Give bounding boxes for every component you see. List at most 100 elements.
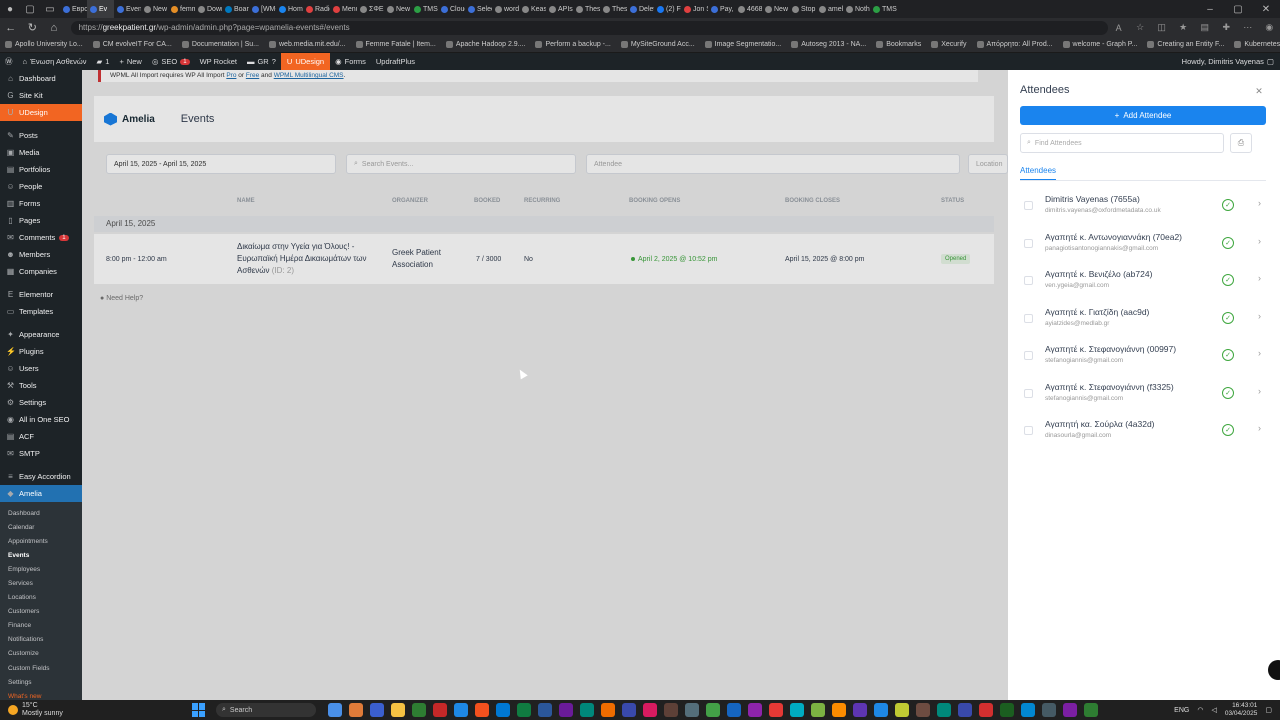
bookmark-item[interactable]: MySiteGround Acc...: [616, 41, 700, 48]
updates-link[interactable]: ▰ 1: [92, 57, 115, 66]
wp-rocket-link[interactable]: WP Rocket: [195, 57, 242, 66]
minimize-icon[interactable]: –: [1196, 4, 1224, 15]
taskbar-app-icon[interactable]: [1042, 703, 1056, 717]
extensions-icon[interactable]: ✚: [1215, 22, 1237, 33]
taskbar-app-icon[interactable]: [685, 703, 699, 717]
taskbar-app-icon[interactable]: [622, 703, 636, 717]
taskbar-app-icon[interactable]: [895, 703, 909, 717]
collections-icon[interactable]: ▤: [1194, 22, 1216, 33]
taskbar-app-icon[interactable]: [748, 703, 762, 717]
chevron-right-icon[interactable]: ›: [1258, 273, 1261, 283]
new-content-link[interactable]: + New: [114, 57, 146, 66]
bookmark-item[interactable]: Απόρρητο: All Prod...: [972, 41, 1058, 48]
back-icon[interactable]: ←: [0, 22, 22, 34]
udesign-link[interactable]: U UDesign: [280, 53, 331, 70]
add-attendee-button[interactable]: + Add Attendee: [1020, 106, 1266, 125]
browser-tab[interactable]: [WM-1: [249, 0, 276, 18]
submenu-item-notifications[interactable]: Notifications: [0, 633, 82, 647]
taskbar-app-icon[interactable]: [328, 703, 342, 717]
sidebar-item-posts[interactable]: ✎ Posts: [0, 127, 82, 144]
attendee-checkbox[interactable]: [1024, 238, 1033, 248]
sidebar-item-tools[interactable]: ⚒ Tools: [0, 377, 82, 394]
taskbar-app-icon[interactable]: [475, 703, 489, 717]
browser-tab[interactable]: Menu: [330, 0, 357, 18]
taskbar-app-icon[interactable]: [601, 703, 615, 717]
taskbar-app-icon[interactable]: [769, 703, 783, 717]
home-icon[interactable]: ⌂: [43, 22, 65, 34]
browser-tab[interactable]: Cloudc: [438, 0, 465, 18]
attendee-row[interactable]: Αγαπητή κα. Σούρλα (4a32d) dinasourla@gma…: [1020, 413, 1270, 451]
sidebar-item-portfolios[interactable]: ▤ Portfolios: [0, 161, 82, 178]
windows-start-icon[interactable]: [192, 703, 206, 717]
submenu-item-services[interactable]: Services: [0, 576, 82, 590]
browser-tab[interactable]: New ta: [384, 0, 411, 18]
taskbar-search[interactable]: ⌕ Search: [216, 703, 316, 717]
submenu-item-settings[interactable]: Settings: [0, 675, 82, 689]
sidebar-item-settings[interactable]: ⚙ Settings: [0, 394, 82, 411]
taskbar-app-icon[interactable]: [1021, 703, 1035, 717]
submenu-item-customize[interactable]: Customize: [0, 647, 82, 661]
bookmark-item[interactable]: Xecurify: [926, 41, 971, 48]
attendee-checkbox[interactable]: [1024, 388, 1033, 398]
taskbar-app-icon[interactable]: [706, 703, 720, 717]
taskbar-app-icon[interactable]: [1063, 703, 1077, 717]
sidebar-item-companies[interactable]: ▦ Companies: [0, 263, 82, 280]
close-icon[interactable]: ✕: [1252, 84, 1266, 98]
bookmark-item[interactable]: Kubernetes: [1229, 41, 1280, 48]
sidebar-item-pages[interactable]: ▯ Pages: [0, 212, 82, 229]
taskbar-app-icon[interactable]: [874, 703, 888, 717]
attendee-row[interactable]: Αγαπητέ κ. Στεφανογιάννη (f3325) stefanog…: [1020, 376, 1270, 414]
updraftplus-link[interactable]: UpdraftPlus: [371, 57, 420, 66]
browser-tab[interactable]: 4668C: [735, 0, 762, 18]
chevron-right-icon[interactable]: ›: [1258, 311, 1261, 321]
browser-tab[interactable]: Jon Sti: [681, 0, 708, 18]
submenu-item-locations[interactable]: Locations: [0, 591, 82, 605]
taskbar-app-icon[interactable]: [853, 703, 867, 717]
forms-link[interactable]: ◉ Forms: [330, 57, 371, 66]
browser-tab[interactable]: TMS P: [411, 0, 438, 18]
attendee-row[interactable]: Αγαπητέ κ. Βενιζέλο (ab724) ven.ygeia@gma…: [1020, 263, 1270, 301]
bookmark-item[interactable]: Image Segmentatio...: [700, 41, 787, 48]
modal-backdrop[interactable]: [82, 70, 1008, 700]
chevron-right-icon[interactable]: ›: [1258, 236, 1261, 246]
bookmark-item[interactable]: welcome - Graph P...: [1058, 41, 1143, 48]
taskbar-app-icon[interactable]: [832, 703, 846, 717]
submenu-item-custom-fields[interactable]: Custom Fields: [0, 661, 82, 675]
submenu-item-dashboard[interactable]: Dashboard: [0, 506, 82, 520]
browser-tab[interactable]: ΣΦΕΕ: [357, 0, 384, 18]
sidebar-item-members[interactable]: ☻ Members: [0, 246, 82, 263]
taskbar-app-icon[interactable]: [727, 703, 741, 717]
browser-tab[interactable]: Radiol: [303, 0, 330, 18]
sidebar-item-smtp[interactable]: ✉ SMTP: [0, 445, 82, 462]
language-indicator[interactable]: ENG: [1174, 707, 1189, 714]
taskbar-app-icon[interactable]: [790, 703, 804, 717]
sidebar-item-amelia[interactable]: ◆ Amelia: [0, 485, 82, 502]
browser-tab[interactable]: Events: [114, 0, 141, 18]
taskbar-app-icon[interactable]: [391, 703, 405, 717]
language-switcher[interactable]: ▬ GR?: [242, 57, 281, 66]
bookmark-item[interactable]: Apache Hadoop 2.9....: [441, 41, 531, 48]
sidebar-item-acf[interactable]: ▤ ACF: [0, 428, 82, 445]
approved-check-icon[interactable]: ✓: [1222, 349, 1234, 361]
bookmark-item[interactable]: Creating an Entity F...: [1142, 41, 1229, 48]
browser-tab[interactable]: wordp: [492, 0, 519, 18]
notifications-icon[interactable]: ▢: [1265, 706, 1272, 714]
taskbar-app-icon[interactable]: [958, 703, 972, 717]
browser-tab[interactable]: Board: [222, 0, 249, 18]
volume-icon[interactable]: ◁: [1211, 706, 1216, 714]
browser-tab[interactable]: Select: [465, 0, 492, 18]
approved-check-icon[interactable]: ✓: [1222, 386, 1234, 399]
browser-tab[interactable]: (2) Fac: [654, 0, 681, 18]
sidebar-item-plugins[interactable]: ⚡ Plugins: [0, 343, 82, 360]
browser-tab[interactable]: Stop W: [789, 0, 816, 18]
browser-tab[interactable]: amelia: [816, 0, 843, 18]
taskbar-app-icon[interactable]: [454, 703, 468, 717]
tab-actions-icon[interactable]: ▭: [40, 0, 60, 18]
browser-tab[interactable]: Thessa: [600, 0, 627, 18]
approved-check-icon[interactable]: ✓: [1222, 274, 1234, 286]
attendee-checkbox[interactable]: [1024, 276, 1033, 285]
attendee-checkbox[interactable]: [1024, 313, 1033, 323]
attendee-row[interactable]: Αγαπητέ κ. Γιατζίδη (aac9d) ayiatzides@me…: [1020, 301, 1270, 339]
submenu-item-appointments[interactable]: Appointments: [0, 534, 82, 548]
browser-tab[interactable]: Delete: [627, 0, 654, 18]
